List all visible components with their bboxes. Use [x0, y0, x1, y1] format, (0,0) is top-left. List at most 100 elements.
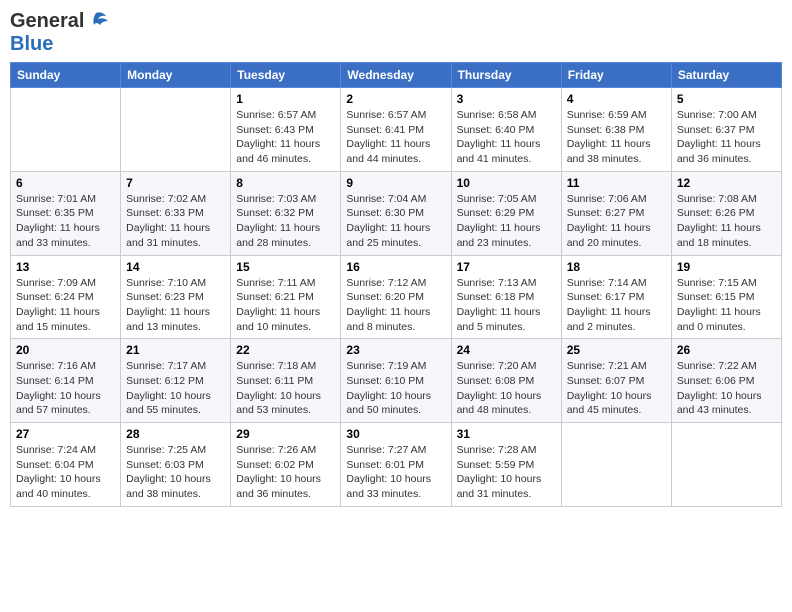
day-number: 29	[236, 427, 335, 441]
day-info: Sunrise: 7:05 AM Sunset: 6:29 PM Dayligh…	[457, 192, 556, 251]
day-info: Sunrise: 7:17 AM Sunset: 6:12 PM Dayligh…	[126, 359, 225, 418]
calendar-cell: 9 Sunrise: 7:04 AM Sunset: 6:30 PM Daylig…	[341, 171, 451, 255]
day-number: 12	[677, 176, 776, 190]
day-number: 8	[236, 176, 335, 190]
day-info: Sunrise: 7:27 AM Sunset: 6:01 PM Dayligh…	[346, 443, 445, 502]
day-info: Sunrise: 7:21 AM Sunset: 6:07 PM Dayligh…	[567, 359, 666, 418]
calendar-cell: 18 Sunrise: 7:14 AM Sunset: 6:17 PM Dayli…	[561, 255, 671, 339]
calendar-cell: 7 Sunrise: 7:02 AM Sunset: 6:33 PM Daylig…	[121, 171, 231, 255]
calendar-cell: 8 Sunrise: 7:03 AM Sunset: 6:32 PM Daylig…	[231, 171, 341, 255]
calendar-cell: 13 Sunrise: 7:09 AM Sunset: 6:24 PM Dayli…	[11, 255, 121, 339]
day-number: 18	[567, 260, 666, 274]
calendar-cell: 15Sunrise: 7:11 AM Sunset: 6:21 PM Dayli…	[231, 255, 341, 339]
day-number: 16	[346, 260, 445, 274]
weekday-header-sunday: Sunday	[11, 63, 121, 88]
day-number: 10	[457, 176, 556, 190]
day-info: Sunrise: 7:25 AM Sunset: 6:03 PM Dayligh…	[126, 443, 225, 502]
day-info: Sunrise: 7:03 AM Sunset: 6:32 PM Dayligh…	[236, 192, 335, 251]
calendar-cell: 27Sunrise: 7:24 AM Sunset: 6:04 PM Dayli…	[11, 423, 121, 507]
day-info: Sunrise: 7:18 AM Sunset: 6:11 PM Dayligh…	[236, 359, 335, 418]
calendar-week-5: 27Sunrise: 7:24 AM Sunset: 6:04 PM Dayli…	[11, 423, 782, 507]
calendar-cell: 26Sunrise: 7:22 AM Sunset: 6:06 PM Dayli…	[671, 339, 781, 423]
day-info: Sunrise: 6:57 AM Sunset: 6:41 PM Dayligh…	[346, 108, 445, 167]
weekday-header-thursday: Thursday	[451, 63, 561, 88]
calendar-week-3: 13 Sunrise: 7:09 AM Sunset: 6:24 PM Dayli…	[11, 255, 782, 339]
calendar-cell: 20Sunrise: 7:16 AM Sunset: 6:14 PM Dayli…	[11, 339, 121, 423]
day-number: 9	[346, 176, 445, 190]
calendar-cell: 22 Sunrise: 7:18 AM Sunset: 6:11 PM Dayli…	[231, 339, 341, 423]
calendar-cell: 30 Sunrise: 7:27 AM Sunset: 6:01 PM Dayli…	[341, 423, 451, 507]
calendar-cell: 23 Sunrise: 7:19 AM Sunset: 6:10 PM Dayli…	[341, 339, 451, 423]
calendar-cell	[121, 88, 231, 172]
day-number: 27	[16, 427, 115, 441]
calendar-week-4: 20Sunrise: 7:16 AM Sunset: 6:14 PM Dayli…	[11, 339, 782, 423]
calendar-cell: 28 Sunrise: 7:25 AM Sunset: 6:03 PM Dayli…	[121, 423, 231, 507]
day-info: Sunrise: 7:04 AM Sunset: 6:30 PM Dayligh…	[346, 192, 445, 251]
calendar-cell: 3 Sunrise: 6:58 AM Sunset: 6:40 PM Daylig…	[451, 88, 561, 172]
calendar-cell: 11 Sunrise: 7:06 AM Sunset: 6:27 PM Dayli…	[561, 171, 671, 255]
day-info: Sunrise: 7:22 AM Sunset: 6:06 PM Dayligh…	[677, 359, 776, 418]
day-info: Sunrise: 7:02 AM Sunset: 6:33 PM Dayligh…	[126, 192, 225, 251]
day-number: 14	[126, 260, 225, 274]
calendar-cell: 10 Sunrise: 7:05 AM Sunset: 6:29 PM Dayli…	[451, 171, 561, 255]
day-info: Sunrise: 7:13 AM Sunset: 6:18 PM Dayligh…	[457, 276, 556, 335]
day-number: 28	[126, 427, 225, 441]
calendar-cell: 4 Sunrise: 6:59 AM Sunset: 6:38 PM Daylig…	[561, 88, 671, 172]
day-info: Sunrise: 7:11 AM Sunset: 6:21 PM Dayligh…	[236, 276, 335, 335]
calendar-cell: 1 Sunrise: 6:57 AM Sunset: 6:43 PM Daylig…	[231, 88, 341, 172]
day-number: 25	[567, 343, 666, 357]
calendar-cell: 6 Sunrise: 7:01 AM Sunset: 6:35 PM Daylig…	[11, 171, 121, 255]
day-info: Sunrise: 7:06 AM Sunset: 6:27 PM Dayligh…	[567, 192, 666, 251]
day-info: Sunrise: 6:57 AM Sunset: 6:43 PM Dayligh…	[236, 108, 335, 167]
day-info: Sunrise: 7:10 AM Sunset: 6:23 PM Dayligh…	[126, 276, 225, 335]
day-info: Sunrise: 7:28 AM Sunset: 5:59 PM Dayligh…	[457, 443, 556, 502]
day-info: Sunrise: 7:19 AM Sunset: 6:10 PM Dayligh…	[346, 359, 445, 418]
logo-bird-icon	[86, 11, 108, 29]
calendar-cell: 19 Sunrise: 7:15 AM Sunset: 6:15 PM Dayli…	[671, 255, 781, 339]
day-number: 22	[236, 343, 335, 357]
calendar-cell: 12 Sunrise: 7:08 AM Sunset: 6:26 PM Dayli…	[671, 171, 781, 255]
day-info: Sunrise: 7:26 AM Sunset: 6:02 PM Dayligh…	[236, 443, 335, 502]
day-number: 4	[567, 92, 666, 106]
day-number: 2	[346, 92, 445, 106]
day-info: Sunrise: 7:20 AM Sunset: 6:08 PM Dayligh…	[457, 359, 556, 418]
day-number: 23	[346, 343, 445, 357]
logo-general-text: General	[10, 10, 84, 33]
calendar-cell: 5Sunrise: 7:00 AM Sunset: 6:37 PM Daylig…	[671, 88, 781, 172]
day-info: Sunrise: 6:58 AM Sunset: 6:40 PM Dayligh…	[457, 108, 556, 167]
logo: General Blue	[10, 10, 108, 56]
day-info: Sunrise: 7:08 AM Sunset: 6:26 PM Dayligh…	[677, 192, 776, 251]
day-number: 13	[16, 260, 115, 274]
weekday-header-saturday: Saturday	[671, 63, 781, 88]
calendar-cell	[561, 423, 671, 507]
day-info: Sunrise: 7:14 AM Sunset: 6:17 PM Dayligh…	[567, 276, 666, 335]
day-number: 1	[236, 92, 335, 106]
day-number: 5	[677, 92, 776, 106]
day-number: 11	[567, 176, 666, 190]
day-number: 19	[677, 260, 776, 274]
calendar-table: SundayMondayTuesdayWednesdayThursdayFrid…	[10, 62, 782, 507]
day-number: 7	[126, 176, 225, 190]
calendar-header-row: SundayMondayTuesdayWednesdayThursdayFrid…	[11, 63, 782, 88]
calendar-cell: 31 Sunrise: 7:28 AM Sunset: 5:59 PM Dayli…	[451, 423, 561, 507]
weekday-header-wednesday: Wednesday	[341, 63, 451, 88]
calendar-cell: 21Sunrise: 7:17 AM Sunset: 6:12 PM Dayli…	[121, 339, 231, 423]
day-number: 6	[16, 176, 115, 190]
weekday-header-friday: Friday	[561, 63, 671, 88]
day-number: 3	[457, 92, 556, 106]
day-info: Sunrise: 7:12 AM Sunset: 6:20 PM Dayligh…	[346, 276, 445, 335]
day-info: Sunrise: 7:09 AM Sunset: 6:24 PM Dayligh…	[16, 276, 115, 335]
calendar-cell	[11, 88, 121, 172]
calendar-cell: 29 Sunrise: 7:26 AM Sunset: 6:02 PM Dayli…	[231, 423, 341, 507]
calendar-cell: 25 Sunrise: 7:21 AM Sunset: 6:07 PM Dayli…	[561, 339, 671, 423]
day-info: Sunrise: 7:15 AM Sunset: 6:15 PM Dayligh…	[677, 276, 776, 335]
day-info: Sunrise: 7:01 AM Sunset: 6:35 PM Dayligh…	[16, 192, 115, 251]
weekday-header-tuesday: Tuesday	[231, 63, 341, 88]
day-number: 17	[457, 260, 556, 274]
day-number: 30	[346, 427, 445, 441]
logo-blue-text: Blue	[10, 33, 53, 55]
day-info: Sunrise: 6:59 AM Sunset: 6:38 PM Dayligh…	[567, 108, 666, 167]
calendar-week-1: 1 Sunrise: 6:57 AM Sunset: 6:43 PM Daylig…	[11, 88, 782, 172]
day-number: 31	[457, 427, 556, 441]
calendar-week-2: 6 Sunrise: 7:01 AM Sunset: 6:35 PM Daylig…	[11, 171, 782, 255]
